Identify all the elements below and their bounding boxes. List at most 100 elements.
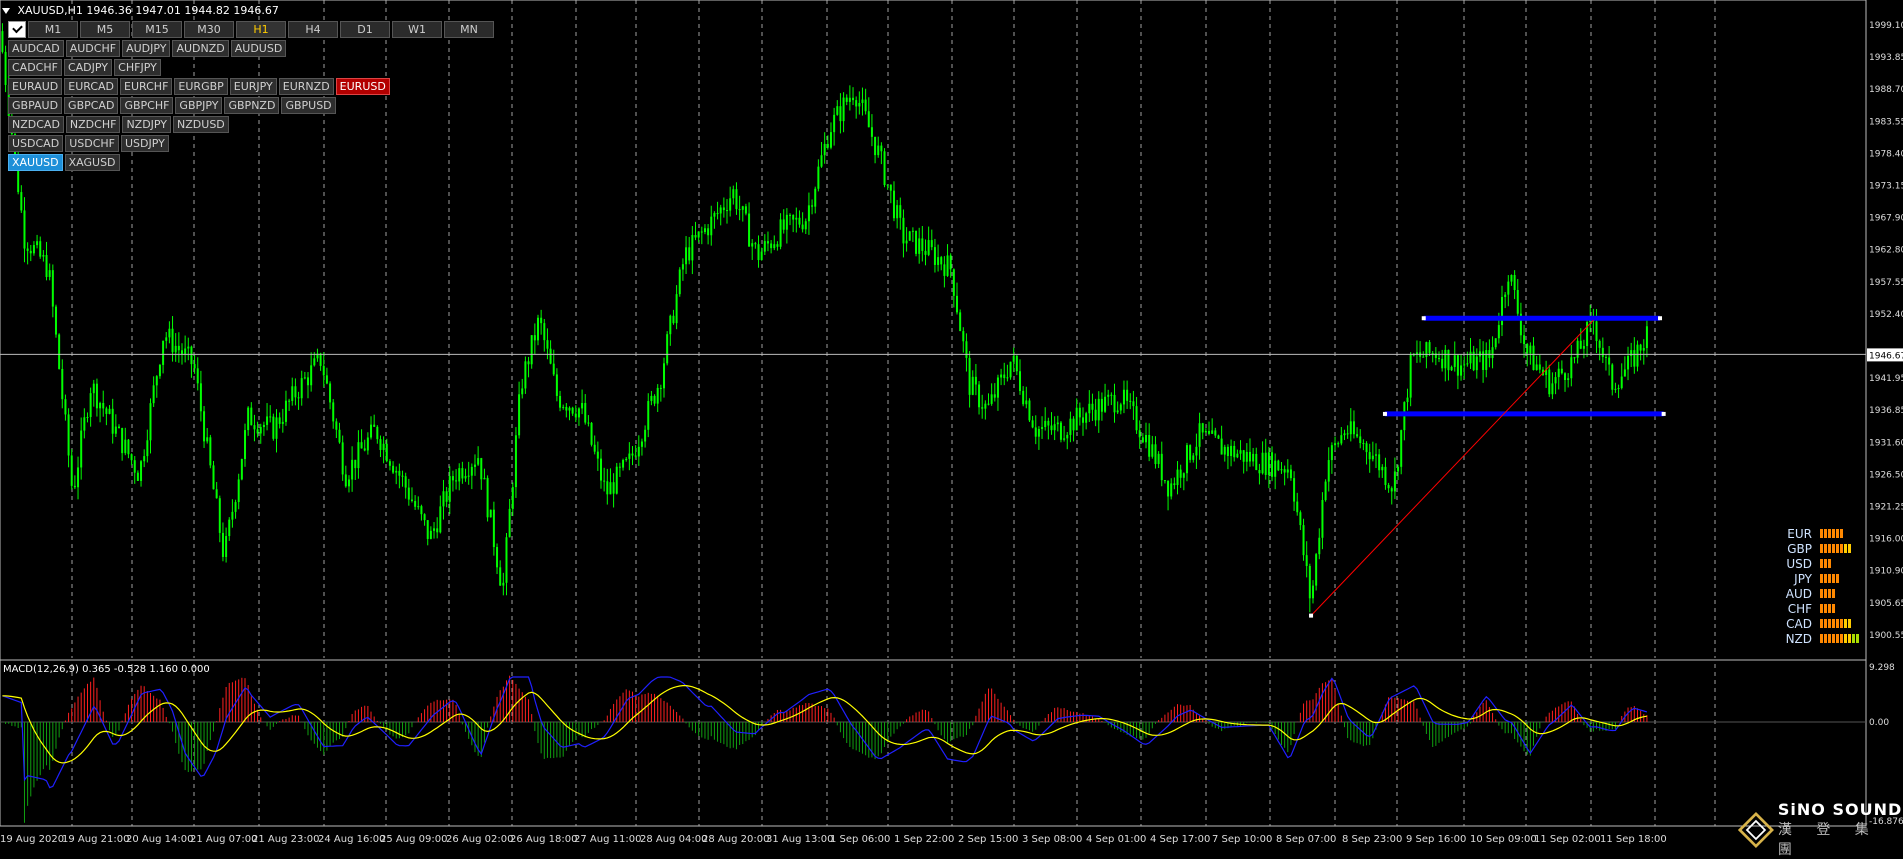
candle-body <box>1325 482 1327 500</box>
strength-bar <box>1820 604 1823 613</box>
candle-body <box>52 270 54 306</box>
strength-bar <box>1820 589 1823 598</box>
timeframe-button-d1[interactable]: D1 <box>340 21 390 38</box>
candle-body <box>924 251 926 255</box>
symbol-button-usdchf[interactable]: USDCHF <box>65 135 119 152</box>
candle-body <box>1633 350 1635 367</box>
symbol-row: EURAUDEURCADEURCHFEURGBPEURJPYEURNZDEURU… <box>8 78 390 95</box>
candle-body <box>1577 341 1579 358</box>
symbol-button-eurusd[interactable]: EURUSD <box>336 78 390 95</box>
time-axis-label: 19 Aug 21:00 <box>62 834 129 845</box>
checkbox-icon[interactable] <box>8 21 26 38</box>
symbol-button-xauusd[interactable]: XAUUSD <box>8 154 63 171</box>
candle-body <box>868 111 870 127</box>
timeframe-button-m5[interactable]: M5 <box>80 21 130 38</box>
symbol-button-cadchf[interactable]: CADCHF <box>8 59 62 76</box>
symbol-button-nzdusd[interactable]: NZDUSD <box>173 116 229 133</box>
candle-body <box>190 347 192 364</box>
symbol-button-nzdchf[interactable]: NZDCHF <box>66 116 121 133</box>
symbol-button-nzdcad[interactable]: NZDCAD <box>8 116 64 133</box>
strength-bar <box>1836 634 1839 643</box>
symbol-button-gbpusd[interactable]: GBPUSD <box>281 97 335 114</box>
candle-body <box>1170 483 1172 496</box>
candle-body <box>1054 424 1056 430</box>
candle-body <box>1057 423 1059 425</box>
symbol-button-cadjpy[interactable]: CADJPY <box>64 59 112 76</box>
candle-body <box>1287 469 1289 472</box>
candle-body <box>1217 436 1219 439</box>
strength-currency: USD <box>1760 557 1820 571</box>
symbol-button-eurnzd[interactable]: EURNZD <box>279 78 334 95</box>
candle-body <box>1186 445 1188 473</box>
symbol-button-eurgbp[interactable]: EURGBP <box>174 78 227 95</box>
symbol-button-audjpy[interactable]: AUDJPY <box>122 40 170 57</box>
symbol-button-xagusd[interactable]: XAGUSD <box>65 154 120 171</box>
candle-body <box>433 528 435 530</box>
symbol-button-audusd[interactable]: AUDUSD <box>231 40 287 57</box>
candle-body <box>420 506 422 514</box>
candle-body <box>843 98 845 122</box>
candle-body <box>1183 473 1185 478</box>
symbol-button-gbpjpy[interactable]: GBPJPY <box>175 97 222 114</box>
timeframe-button-m1[interactable]: M1 <box>28 21 78 38</box>
symbol-button-gbpcad[interactable]: GBPCAD <box>64 97 118 114</box>
symbol-button-audcad[interactable]: AUDCAD <box>8 40 64 57</box>
symbol-button-chfjpy[interactable]: CHFJPY <box>114 59 161 76</box>
timeframe-button-m30[interactable]: M30 <box>184 21 234 38</box>
timeframe-button-w1[interactable]: W1 <box>392 21 442 38</box>
candle-body <box>468 476 470 477</box>
symbol-button-audchf[interactable]: AUDCHF <box>66 40 120 57</box>
strength-bar <box>1820 619 1823 628</box>
candle-body <box>1334 443 1336 445</box>
candle-body <box>663 363 665 388</box>
symbol-button-eurcad[interactable]: EURCAD <box>64 78 118 95</box>
symbol-button-gbpaud[interactable]: GBPAUD <box>8 97 62 114</box>
timeframe-button-h4[interactable]: H4 <box>288 21 338 38</box>
candle-body <box>587 423 589 424</box>
candle-body <box>36 241 38 245</box>
symbol-button-eurchf[interactable]: EURCHF <box>120 78 172 95</box>
candle-body <box>389 461 391 466</box>
candle-body <box>1485 350 1487 370</box>
symbol-button-gbpnzd[interactable]: GBPNZD <box>224 97 279 114</box>
candle-body <box>458 468 460 481</box>
candle-body <box>660 388 662 389</box>
candle-body <box>301 378 303 398</box>
timeframe-button-h1[interactable]: H1 <box>236 21 286 38</box>
symbol-button-nzdjpy[interactable]: NZDJPY <box>122 116 171 133</box>
candle-body <box>5 52 7 85</box>
timeframe-button-m15[interactable]: M15 <box>132 21 182 38</box>
candle-body <box>200 383 202 411</box>
symbol-button-gbpchf[interactable]: GBPCHF <box>120 97 173 114</box>
symbol-button-eurjpy[interactable]: EURJPY <box>230 78 277 95</box>
candle-body <box>1158 454 1160 464</box>
candle-body <box>704 228 706 232</box>
symbol-button-audnzd[interactable]: AUDNZD <box>172 40 228 57</box>
candle-body <box>1136 406 1138 430</box>
candle-body <box>260 427 262 433</box>
candle-body <box>386 444 388 461</box>
symbol-button-usdcad[interactable]: USDCAD <box>8 135 63 152</box>
candle-body <box>149 403 151 440</box>
candle-body <box>131 454 133 460</box>
candle-body <box>1605 357 1607 358</box>
candle-body <box>767 241 769 243</box>
logo-text: SiNO SOUND <box>1778 800 1903 819</box>
price-axis-label: 1952.40 <box>1869 310 1903 320</box>
candle-body <box>487 478 489 517</box>
candle-body <box>893 191 895 219</box>
candle-body <box>562 407 564 408</box>
candle-body <box>505 537 507 583</box>
price-axis-label: 1905.65 <box>1869 599 1903 609</box>
candle-body <box>1337 443 1339 444</box>
time-axis-label: 10 Sep 09:00 <box>1470 834 1537 845</box>
menu-triangle-icon[interactable] <box>2 8 10 14</box>
strength-bar <box>1824 634 1827 643</box>
symbol-button-euraud[interactable]: EURAUD <box>8 78 62 95</box>
time-axis-label: 24 Aug 16:00 <box>318 834 385 845</box>
candle-body <box>584 403 586 423</box>
symbol-button-usdjpy[interactable]: USDJPY <box>121 135 169 152</box>
strength-bar <box>1832 529 1835 538</box>
timeframe-button-mn[interactable]: MN <box>444 21 494 38</box>
time-axis-label: 27 Aug 11:00 <box>574 834 641 845</box>
